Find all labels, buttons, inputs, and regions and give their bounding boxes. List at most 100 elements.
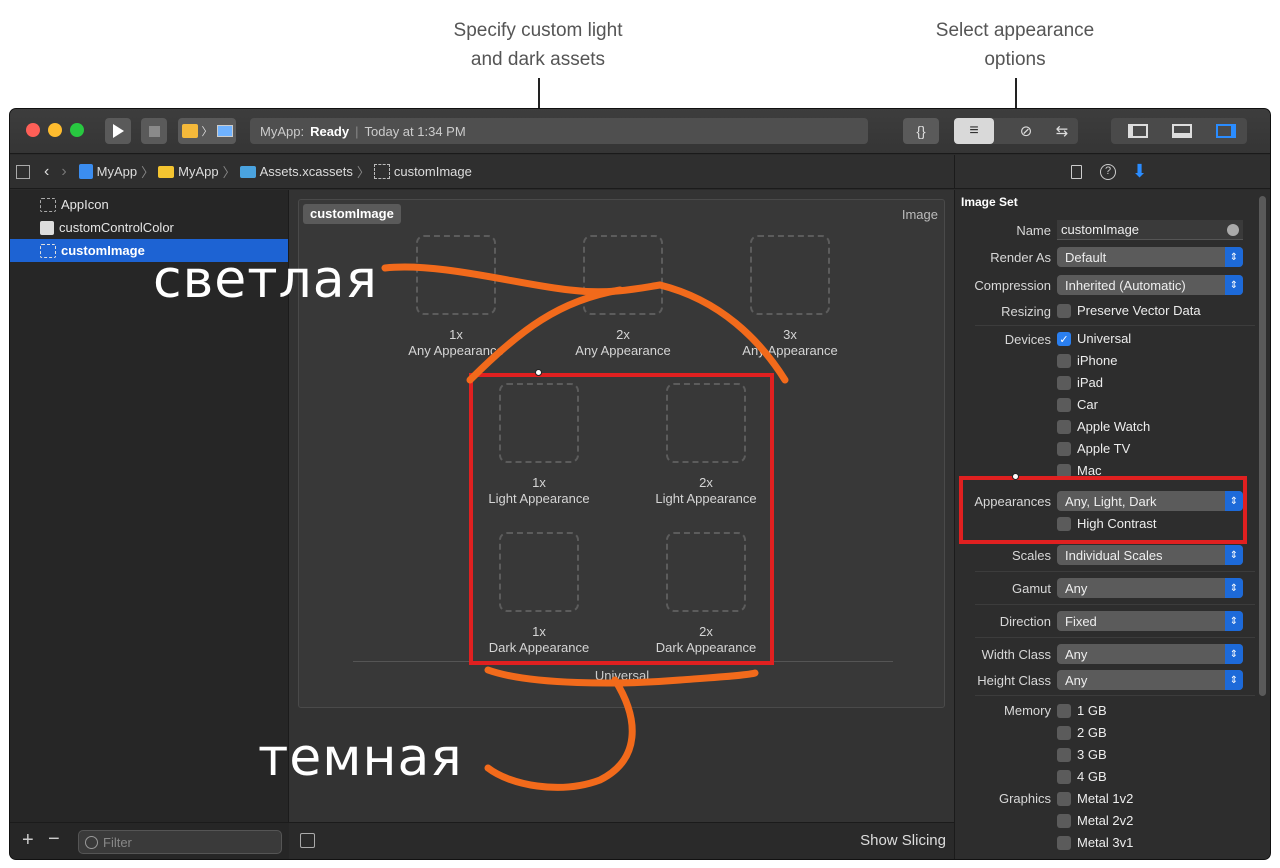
device-tv-checkbox[interactable]: [1057, 442, 1071, 456]
toggle-inspector-button[interactable]: [1206, 118, 1246, 144]
breadcrumb-group[interactable]: MyApp: [178, 164, 218, 179]
gamut-popup[interactable]: Any ⇕: [1057, 578, 1243, 598]
chevron-right-icon: 〉: [222, 165, 236, 180]
version-editor-button[interactable]: ⇆: [1046, 118, 1078, 144]
compression-popup[interactable]: Inherited (Automatic) ⇕: [1057, 275, 1243, 295]
highlight-light-dark-slots: [469, 373, 774, 665]
breadcrumb-catalog[interactable]: Assets.xcassets: [260, 164, 353, 179]
folder-icon: [158, 165, 175, 178]
slot-any-3x[interactable]: [750, 235, 830, 315]
device-universal-checkbox[interactable]: ✓: [1057, 332, 1071, 346]
divider: [975, 604, 1255, 605]
toggle-debug-button[interactable]: [1162, 118, 1202, 144]
run-button[interactable]: [105, 118, 131, 144]
graphics-metal3-label: Metal 3v1: [1077, 835, 1134, 850]
navigator-footer: + − Filter: [10, 822, 289, 859]
add-button[interactable]: +: [22, 829, 34, 852]
chevron-updown-icon: ⇕: [1225, 247, 1243, 267]
chevron-updown-icon: ⇕: [1225, 545, 1243, 565]
scales-popup[interactable]: Individual Scales ⇕: [1057, 545, 1243, 565]
go-arrow-icon[interactable]: [1227, 224, 1239, 236]
forward-button[interactable]: ›: [61, 163, 66, 181]
back-button[interactable]: ‹: [44, 163, 49, 181]
annotation-light: светлая: [153, 250, 378, 310]
device-universal-label: Universal: [1077, 331, 1132, 346]
filter-field[interactable]: Filter: [78, 830, 282, 854]
direction-popup[interactable]: Fixed ⇕: [1057, 611, 1243, 631]
graphics-metal1-checkbox[interactable]: [1057, 792, 1071, 806]
chevron-right-icon: 〉: [141, 165, 155, 180]
preserve-vector-label: Preserve Vector Data: [1077, 303, 1201, 318]
divider: [975, 695, 1255, 696]
memory-1gb-checkbox[interactable]: [1057, 704, 1071, 718]
minimize-window-button[interactable]: [48, 123, 62, 137]
inspector-scrollbar[interactable]: [1259, 196, 1266, 696]
show-slicing-button[interactable]: Show Slicing: [860, 832, 946, 849]
slot-label-any-3x: 3x Any Appearance: [742, 327, 838, 358]
graphics-metal3-checkbox[interactable]: [1057, 836, 1071, 850]
list-item-appicon[interactable]: AppIcon: [10, 193, 288, 216]
chevron-updown-icon: ⇕: [1225, 275, 1243, 295]
help-inspector-icon[interactable]: ?: [1100, 164, 1116, 180]
height-class-popup[interactable]: Any ⇕: [1057, 670, 1243, 690]
remove-button[interactable]: −: [48, 828, 60, 851]
callout-custom-assets-text: Specify custom light and dark assets: [453, 20, 623, 70]
divider: [975, 571, 1255, 572]
right-panel-icon: [1216, 124, 1236, 138]
asset-catalog-icon: [239, 165, 256, 178]
breadcrumb-project[interactable]: MyApp: [97, 164, 137, 179]
device-ipad-checkbox[interactable]: [1057, 376, 1071, 390]
device-watch-checkbox[interactable]: [1057, 420, 1071, 434]
close-window-button[interactable]: [26, 123, 40, 137]
toolbar: 〉 MyApp: Ready | Today at 1:34 PM {} ≡ ⊘…: [10, 109, 1270, 154]
scheme-selector[interactable]: 〉: [178, 118, 236, 144]
callout-appearance-options-text: Select appearance options: [935, 20, 1095, 70]
library-button[interactable]: {}: [903, 118, 939, 144]
universal-label: Universal: [594, 668, 650, 683]
graphics-metal2-checkbox[interactable]: [1057, 814, 1071, 828]
slot-any-1x[interactable]: [416, 235, 496, 315]
width-class-popup[interactable]: Any ⇕: [1057, 644, 1243, 664]
assistant-editor-button[interactable]: ⊘: [1010, 118, 1042, 144]
memory-4gb-label: 4 GB: [1077, 769, 1107, 784]
toggle-navigator-button[interactable]: [1118, 118, 1158, 144]
name-field[interactable]: customImage: [1057, 220, 1243, 240]
memory-4gb-checkbox[interactable]: [1057, 770, 1071, 784]
stop-button[interactable]: [141, 118, 167, 144]
slicing-icon[interactable]: [300, 833, 315, 848]
filter-icon: [85, 835, 98, 849]
lines-icon: ≡: [969, 122, 979, 139]
grid-icon[interactable]: [16, 164, 30, 179]
memory-2gb-checkbox[interactable]: [1057, 726, 1071, 740]
preserve-vector-checkbox[interactable]: [1057, 304, 1071, 318]
render-as-popup[interactable]: Default ⇕: [1057, 247, 1243, 267]
status-state: Ready: [310, 123, 350, 139]
graphics-metal2-label: Metal 2v2: [1077, 813, 1134, 828]
list-item-color[interactable]: customControlColor: [10, 216, 288, 239]
zoom-window-button[interactable]: [70, 123, 84, 137]
render-as-label: Render As: [990, 250, 1051, 265]
chevron-right-icon: 〉: [201, 126, 213, 138]
image-set-icon: [373, 164, 390, 179]
device-iphone-checkbox[interactable]: [1057, 354, 1071, 368]
memory-3gb-checkbox[interactable]: [1057, 748, 1071, 762]
memory-2gb-label: 2 GB: [1077, 725, 1107, 740]
memory-3gb-label: 3 GB: [1077, 747, 1107, 762]
breadcrumb-image-set[interactable]: customImage: [394, 164, 472, 179]
venn-icon: ⊘: [1019, 123, 1033, 140]
standard-editor-button[interactable]: ≡: [954, 118, 994, 144]
devices-label: Devices: [1004, 332, 1051, 347]
file-inspector-icon[interactable]: [1071, 165, 1082, 179]
chevron-updown-icon: ⇕: [1225, 644, 1243, 664]
slot-any-2x[interactable]: [583, 235, 663, 315]
memory-1gb-label: 1 GB: [1077, 703, 1107, 718]
list-item-label: AppIcon: [61, 197, 109, 212]
attributes-inspector-icon[interactable]: ⬇: [1132, 161, 1147, 182]
graphics-metal1-label: Metal 1v2: [1077, 791, 1134, 806]
status-app: MyApp:: [260, 123, 305, 139]
device-car-checkbox[interactable]: [1057, 398, 1071, 412]
device-watch-label: Apple Watch: [1077, 419, 1151, 434]
direction-label: Direction: [999, 614, 1051, 629]
section-title: Image Set: [961, 195, 1018, 209]
jump-bar: ‹ › MyApp 〉 MyApp 〉 Assets.xcassets 〉 cu…: [10, 155, 954, 189]
